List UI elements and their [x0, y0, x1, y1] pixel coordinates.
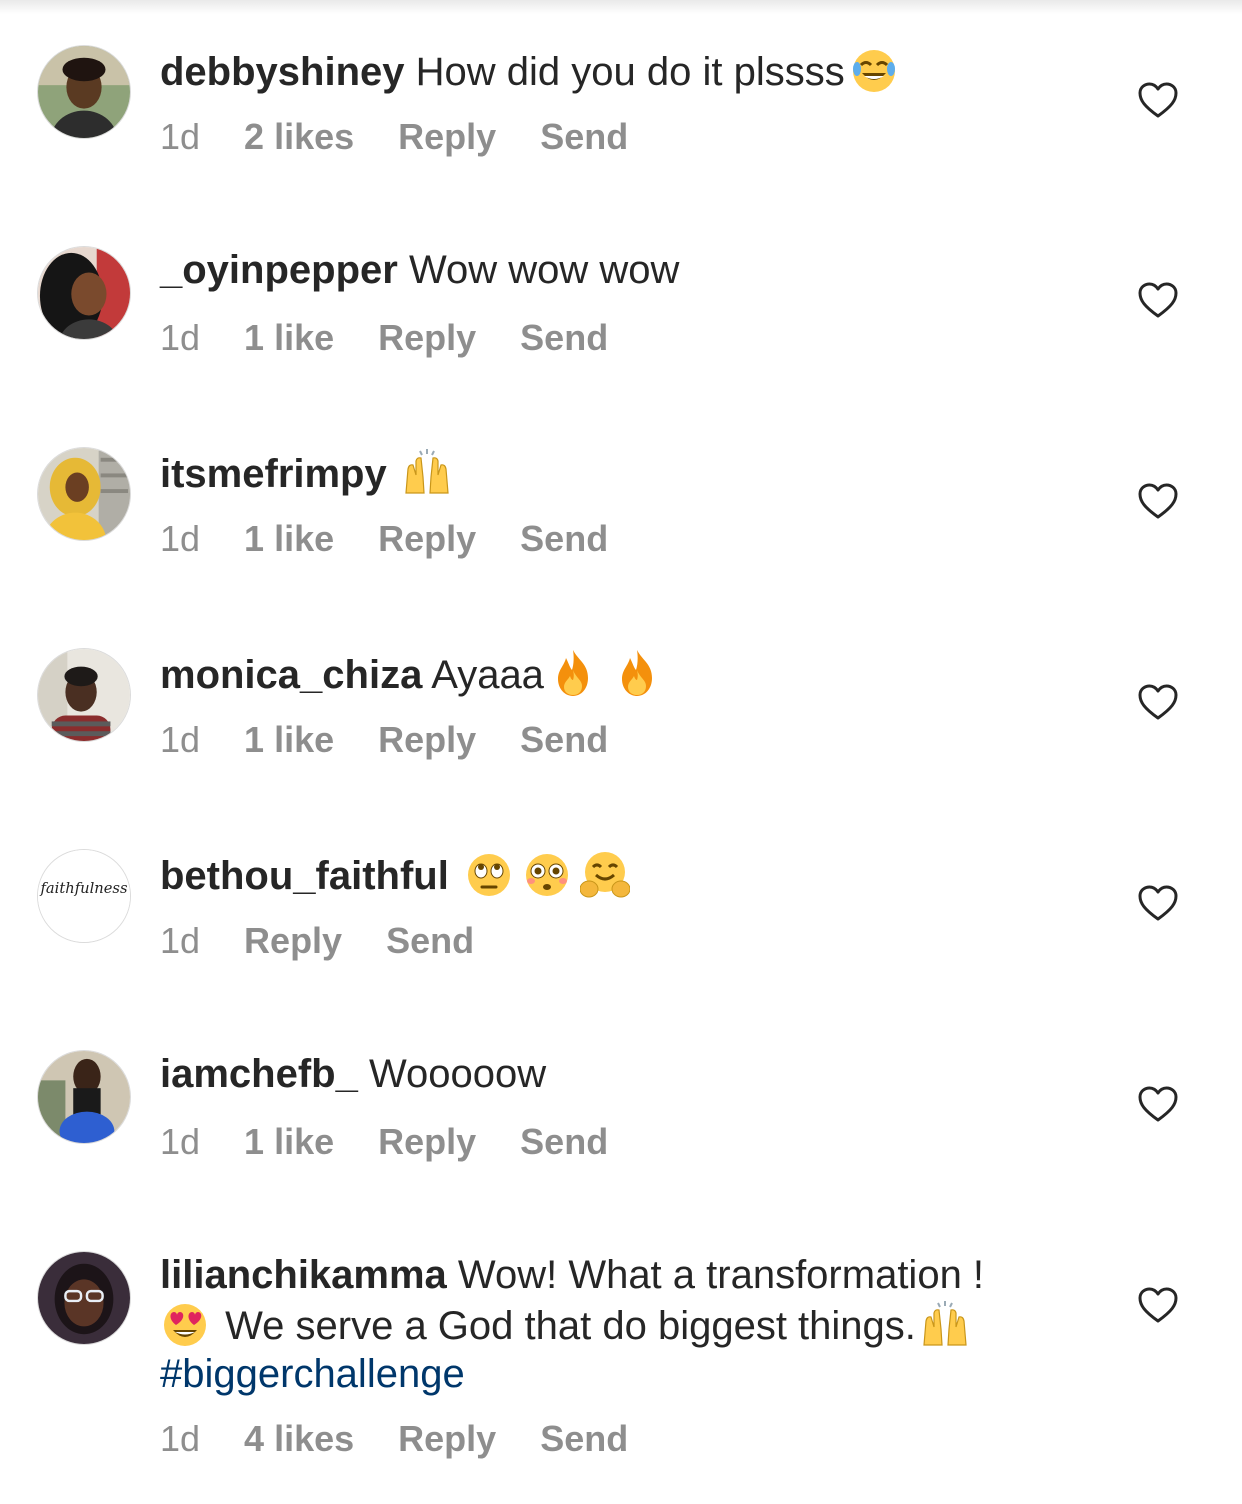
- comment-time: 1d: [160, 116, 201, 157]
- avatar[interactable]: [37, 648, 131, 742]
- heart-outline-icon[interactable]: [1138, 282, 1178, 320]
- comment-body: iamchefb_ Wooooow: [160, 1050, 1080, 1098]
- heart-outline-icon[interactable]: [1138, 82, 1178, 120]
- avatar[interactable]: [37, 1251, 131, 1345]
- comment-text: Ayaaa: [431, 653, 544, 697]
- heart-outline-icon[interactable]: [1138, 684, 1178, 722]
- comment-meta: 1d Reply Send: [160, 921, 518, 961]
- heart-outline-icon[interactable]: [1138, 1287, 1178, 1325]
- flushed-face-emoji: [522, 849, 572, 899]
- reply-button[interactable]: Reply: [378, 518, 476, 559]
- comment-time: 1d: [160, 920, 201, 961]
- comment-username[interactable]: itsmefrimpy: [160, 452, 387, 496]
- heart-outline-icon[interactable]: [1138, 885, 1178, 923]
- reply-button[interactable]: Reply: [378, 317, 476, 358]
- avatar[interactable]: faithfulness: [37, 849, 131, 943]
- comment-body: debbyshiney How did you do it plssss: [160, 45, 1080, 96]
- hashtag-link[interactable]: #biggerchallenge: [160, 1352, 465, 1396]
- comment-body: _oyinpepper Wow wow wow: [160, 246, 1080, 294]
- send-button[interactable]: Send: [520, 317, 608, 358]
- likes-count[interactable]: 1 like: [244, 1121, 334, 1162]
- comment-time: 1d: [160, 1418, 201, 1459]
- comment-time: 1d: [160, 317, 201, 358]
- raising-hands-emoji: [402, 447, 452, 497]
- reply-button[interactable]: Reply: [398, 1418, 496, 1459]
- reply-button[interactable]: Reply: [398, 116, 496, 157]
- raising-hands-emoji: [920, 1299, 970, 1349]
- comment-body: bethou_faithful: [160, 849, 1080, 900]
- comment-text: We serve a God that do biggest things.: [225, 1304, 916, 1348]
- likes-count[interactable]: 4 likes: [244, 1418, 354, 1459]
- comment-time: 1d: [160, 719, 201, 760]
- likes-count[interactable]: 1 like: [244, 518, 334, 559]
- comment-meta: 1d 1 like Reply Send: [160, 1122, 652, 1162]
- reply-button[interactable]: Reply: [378, 1121, 476, 1162]
- comment-username[interactable]: debbyshiney: [160, 50, 405, 94]
- comment-meta: 1d 1 like Reply Send: [160, 720, 652, 760]
- comment-meta: 1d 1 like Reply Send: [160, 519, 652, 559]
- comment-text: Wooooow: [368, 1052, 547, 1096]
- fire-emoji: [548, 648, 598, 698]
- rolling-eyes-emoji: [464, 849, 514, 899]
- send-button[interactable]: Send: [540, 1418, 628, 1459]
- comment-username[interactable]: monica_chiza: [160, 653, 422, 697]
- send-button[interactable]: Send: [520, 1121, 608, 1162]
- comment-time: 1d: [160, 518, 201, 559]
- comment-username[interactable]: lilianchikamma: [160, 1253, 447, 1297]
- comment-text: Wow wow wow: [408, 248, 680, 292]
- send-button[interactable]: Send: [386, 920, 474, 961]
- comment-meta: 1d 1 like Reply Send: [160, 318, 652, 358]
- send-button[interactable]: Send: [520, 518, 608, 559]
- avatar[interactable]: [37, 246, 131, 340]
- top-shadow: [0, 0, 1242, 14]
- comment-username[interactable]: bethou_faithful: [160, 854, 449, 898]
- send-button[interactable]: Send: [520, 719, 608, 760]
- fire-emoji: [612, 648, 662, 698]
- send-button[interactable]: Send: [540, 116, 628, 157]
- hugging-face-emoji: [579, 849, 630, 899]
- comment-time: 1d: [160, 1121, 201, 1162]
- avatar[interactable]: [37, 447, 131, 541]
- comment-text: Wow! What a transformation !: [457, 1253, 985, 1297]
- comment-body: itsmefrimpy: [160, 447, 1080, 498]
- heart-outline-icon[interactable]: [1138, 1086, 1178, 1124]
- likes-count[interactable]: 2 likes: [244, 116, 354, 157]
- heart-eyes-emoji: [160, 1299, 210, 1349]
- comment-username[interactable]: _oyinpepper: [160, 248, 398, 292]
- reply-button[interactable]: Reply: [244, 920, 342, 961]
- comment-meta: 1d 4 likes Reply Send: [160, 1419, 672, 1459]
- heart-outline-icon[interactable]: [1138, 483, 1178, 521]
- comment-body: lilianchikamma Wow! What a transformatio…: [160, 1251, 1080, 1398]
- comment-body: monica_chiza Ayaaa: [160, 648, 1080, 699]
- avatar-wordmark: faithfulness: [40, 880, 128, 897]
- likes-count[interactable]: 1 like: [244, 719, 334, 760]
- likes-count[interactable]: 1 like: [244, 317, 334, 358]
- tears-of-joy-emoji: [849, 45, 899, 95]
- comment-username[interactable]: iamchefb_: [160, 1052, 358, 1096]
- avatar[interactable]: [37, 1050, 131, 1144]
- comment-text: How did you do it plssss: [415, 50, 845, 94]
- avatar[interactable]: [37, 45, 131, 139]
- comment-meta: 1d 2 likes Reply Send: [160, 117, 672, 157]
- reply-button[interactable]: Reply: [378, 719, 476, 760]
